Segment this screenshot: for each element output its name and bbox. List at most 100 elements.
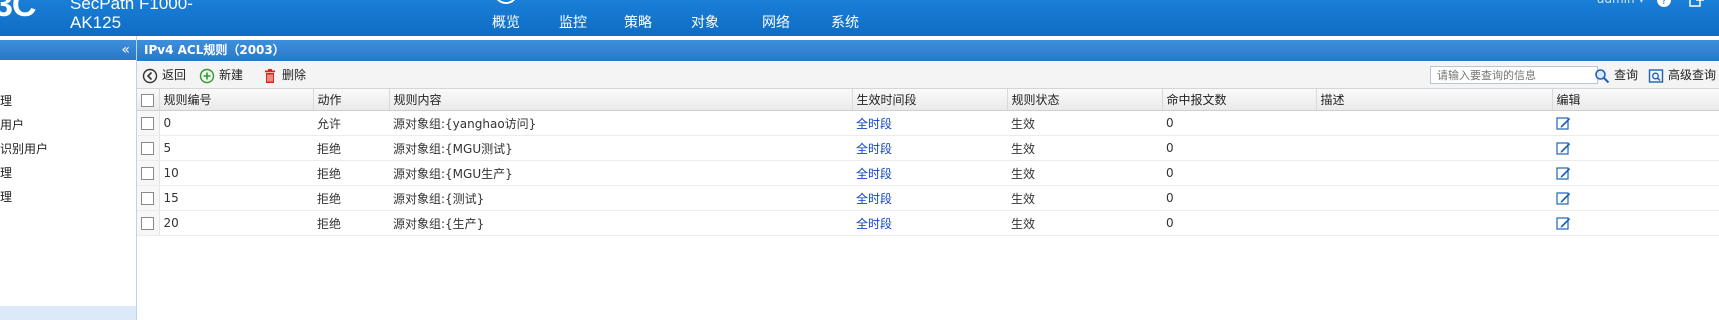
search-input[interactable] <box>1430 66 1598 84</box>
delete-label: 删除 <box>282 68 307 82</box>
column-header[interactable]: 规则状态 <box>1007 89 1163 111</box>
rule-status: 生效 <box>1007 160 1162 186</box>
time-range-link[interactable]: 全时段 <box>856 142 892 156</box>
nav-item-objects[interactable]: 对象 <box>670 0 740 36</box>
search-button[interactable]: 查询 <box>1594 66 1638 84</box>
rule-id: 0 <box>159 110 313 136</box>
monitor-icon <box>560 0 586 8</box>
rule-hit-count: 0 <box>1162 210 1316 236</box>
table-row[interactable]: 10 拒绝 源对象组:{MGU生产} 全时段 生效 0 <box>137 160 1719 186</box>
sidebar-item[interactable]: 理 <box>0 92 12 110</box>
column-header[interactable]: 生效时间段 <box>852 89 1008 111</box>
table-row[interactable]: 0 允许 源对象组:{yanghao访问} 全时段 生效 0 <box>137 110 1719 136</box>
delete-button[interactable]: 删除 <box>262 66 306 84</box>
column-header[interactable]: 规则编号 <box>159 89 314 111</box>
top-banner: 3C SecPath F1000- AK125 概览 监控 策略 对象 网络 系… <box>0 0 1719 36</box>
time-range-link[interactable]: 全时段 <box>856 217 892 231</box>
back-label: 返回 <box>162 68 187 82</box>
page-title: IPv4 ACL规则（2003） <box>144 43 285 57</box>
rule-status: 生效 <box>1007 135 1162 161</box>
rule-content: 源对象组:{测试} <box>389 185 852 211</box>
nav-item-policy[interactable]: 策略 <box>603 0 673 36</box>
nav-label: 监控 <box>559 15 587 31</box>
column-header[interactable]: 编辑 <box>1552 89 1719 111</box>
edit-icon[interactable] <box>1556 116 1571 131</box>
rule-status: 生效 <box>1007 110 1162 136</box>
rule-content: 源对象组:{yanghao访问} <box>389 110 852 136</box>
rule-hit-count: 0 <box>1162 135 1316 161</box>
back-arrow-icon <box>142 68 158 83</box>
rule-action: 拒绝 <box>313 210 389 236</box>
row-checkbox[interactable] <box>141 217 155 230</box>
sidebar-item[interactable]: 识别用户 <box>0 140 48 158</box>
system-icon <box>832 0 858 8</box>
column-header[interactable]: 动作 <box>313 89 390 111</box>
edit-icon[interactable] <box>1556 141 1571 156</box>
rule-content: 源对象组:{MGU生产} <box>389 160 852 186</box>
sidebar: « 理 用户 识别用户 理 理 <box>0 36 137 320</box>
objects-icon <box>692 0 718 8</box>
row-checkbox[interactable] <box>141 167 155 180</box>
edit-icon[interactable] <box>1556 216 1571 231</box>
sidebar-item[interactable]: 理 <box>0 188 12 206</box>
column-header[interactable]: 命中报文数 <box>1162 89 1317 111</box>
back-button[interactable]: 返回 <box>142 66 186 84</box>
select-all-checkbox[interactable] <box>141 93 155 107</box>
advanced-search-label: 高级查询 <box>1668 68 1717 82</box>
table-row[interactable]: 5 拒绝 源对象组:{MGU测试} 全时段 生效 0 <box>137 135 1719 161</box>
panel-title-bar: IPv4 ACL规则（2003） <box>137 40 1719 61</box>
edit-cell <box>1552 160 1719 186</box>
rule-description <box>1316 185 1552 211</box>
time-range-link[interactable]: 全时段 <box>856 117 892 131</box>
column-header[interactable]: 描述 <box>1316 89 1553 111</box>
rule-hit-count: 0 <box>1162 185 1316 211</box>
time-range-link[interactable]: 全时段 <box>856 167 892 181</box>
rule-time-range-cell: 全时段 <box>852 185 1007 211</box>
row-select-cell <box>137 135 160 161</box>
product-name-line1: SecPath F1000- <box>70 0 193 13</box>
rule-status: 生效 <box>1007 210 1162 236</box>
edit-cell <box>1552 110 1719 136</box>
row-select-cell <box>137 160 160 186</box>
sidebar-item[interactable]: 理 <box>0 164 12 182</box>
nav-item-network[interactable]: 网络 <box>741 0 811 36</box>
row-checkbox[interactable] <box>141 142 155 155</box>
magnifier-icon <box>1595 68 1610 83</box>
brand-logo: 3C <box>0 0 36 24</box>
nav-item-system[interactable]: 系统 <box>810 0 880 36</box>
table-header-row: 规则编号 动作 规则内容 生效时间段 规则状态 命中报文数 描述 编辑 <box>137 89 1719 111</box>
help-icon[interactable]: ? <box>1656 0 1672 8</box>
nav-label: 策略 <box>624 15 652 31</box>
table-row[interactable]: 20 拒绝 源对象组:{生产} 全时段 生效 0 <box>137 210 1719 236</box>
advanced-search-icon <box>1648 68 1664 83</box>
edit-icon[interactable] <box>1556 166 1571 181</box>
sidebar-selected-item[interactable] <box>0 306 136 320</box>
rule-time-range-cell: 全时段 <box>852 135 1007 161</box>
shield-policy-icon <box>625 0 651 8</box>
nav-label: 对象 <box>691 15 719 31</box>
svg-text:?: ? <box>1661 0 1666 7</box>
column-header[interactable]: 规则内容 <box>389 89 853 111</box>
time-range-link[interactable]: 全时段 <box>856 192 892 206</box>
search-label: 查询 <box>1614 68 1639 82</box>
row-select-cell <box>137 210 160 236</box>
advanced-search-button[interactable]: 高级查询 <box>1648 66 1716 84</box>
rule-description <box>1316 210 1552 236</box>
collapse-sidebar-button[interactable]: « <box>121 40 130 60</box>
new-button[interactable]: 新建 <box>199 66 243 84</box>
edit-icon[interactable] <box>1556 191 1571 206</box>
sidebar-item[interactable]: 用户 <box>0 116 24 134</box>
row-checkbox[interactable] <box>141 192 155 205</box>
table-row[interactable]: 15 拒绝 源对象组:{测试} 全时段 生效 0 <box>137 185 1719 211</box>
rule-action: 拒绝 <box>313 160 389 186</box>
edit-cell <box>1552 210 1719 236</box>
nav-item-overview[interactable]: 概览 <box>471 0 541 36</box>
user-menu[interactable]: admin ▾ <box>1597 0 1644 6</box>
edit-cell <box>1552 185 1719 211</box>
product-name-line2: AK125 <box>70 13 122 32</box>
nav-item-monitor[interactable]: 监控 <box>538 0 608 36</box>
logout-icon[interactable] <box>1688 0 1704 8</box>
rule-action: 拒绝 <box>313 185 389 211</box>
row-checkbox[interactable] <box>141 117 155 130</box>
toolbar: 返回 新建 删除 查询 高级查询 <box>137 62 1719 89</box>
